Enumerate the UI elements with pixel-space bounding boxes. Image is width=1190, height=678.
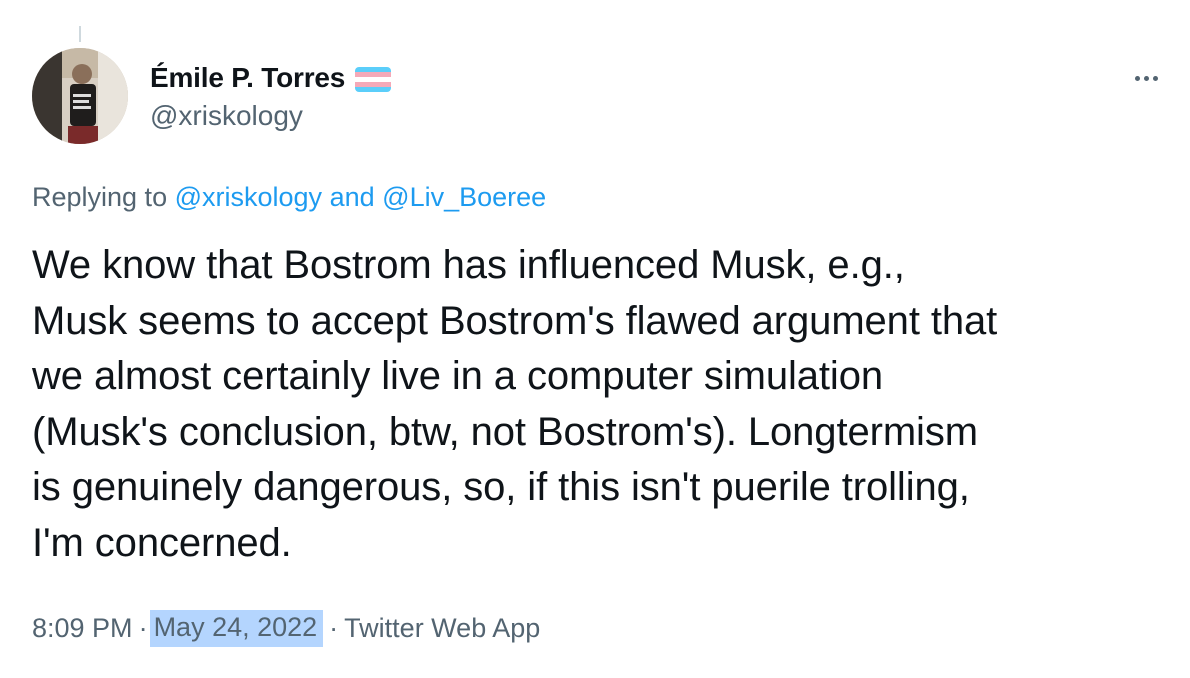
tweet-text-line: Musk seems to accept Bostrom's flawed ar… <box>32 298 998 343</box>
author-name-row: Émile P. Torres <box>150 58 392 98</box>
transgender-flag-icon <box>355 66 392 92</box>
mention-link-liv-boeree[interactable]: @Liv_Boeree <box>382 182 546 212</box>
more-dot <box>1134 75 1140 81</box>
author-handle[interactable]: @xriskology <box>150 100 303 132</box>
tweet-text-line: we almost certainly live in a computer s… <box>32 354 883 398</box>
tweet-text-line: I'm concerned. <box>32 520 292 565</box>
tweet-metadata: 8:09 PM · May 24, 2022 · Twitter Web App <box>32 610 540 647</box>
tweet-text-line: is genuinely dangerous, so, if this isn'… <box>32 465 970 509</box>
meta-separator: · <box>138 613 148 643</box>
more-dot <box>1143 75 1149 81</box>
mention-link-xriskology[interactable]: @xriskology <box>175 182 322 212</box>
tweet-date[interactable]: May 24, 2022 <box>149 610 324 647</box>
more-horizontal-icon[interactable] <box>1126 60 1166 96</box>
replying-to-label: Replying to <box>32 182 168 212</box>
thread-connector-line <box>79 26 81 42</box>
avatar[interactable] <box>32 48 128 144</box>
replying-to-line: Replying to @xriskology and @Liv_Boeree <box>32 182 546 213</box>
meta-separator: · <box>329 613 339 643</box>
tweet-source-link[interactable]: Twitter Web App <box>344 613 540 644</box>
author-display-name[interactable]: Émile P. Torres <box>150 62 345 94</box>
tweet-time[interactable]: 8:09 PM <box>32 613 133 644</box>
avatar-photo <box>32 48 128 144</box>
replying-to-conjunction: and <box>329 182 375 212</box>
tweet-text-line: (Musk's conclusion, btw, not Bostrom's).… <box>32 409 978 454</box>
tweet-text-line: We know that Bostrom has influenced Musk… <box>32 243 905 287</box>
more-dot <box>1152 75 1158 81</box>
tweet-text: We know that Bostrom has influenced Musk… <box>32 238 1168 571</box>
